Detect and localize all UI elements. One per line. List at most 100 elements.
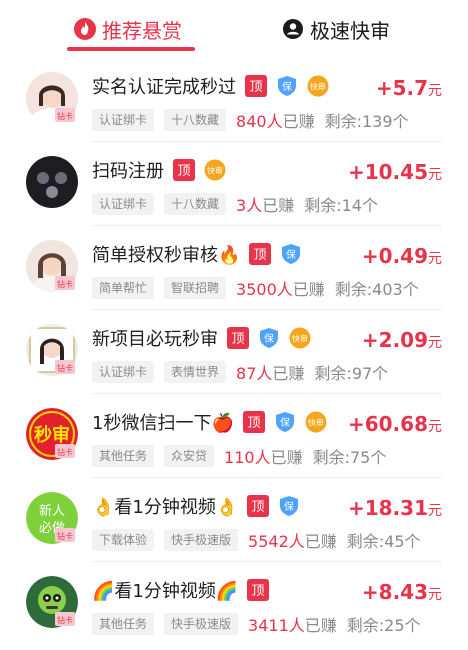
avatar [26,156,78,208]
tab-fast-review[interactable]: 极速快审 [282,14,390,44]
task-tag: 众安贷 [164,445,215,467]
svg-text:保: 保 [286,248,296,261]
tab-recommend[interactable]: 推荐悬赏 [74,14,182,44]
svg-text:钻卡: 钻卡 [57,531,73,541]
svg-text:顶: 顶 [252,584,265,599]
fast-review-badge-icon: 快审 [305,411,327,433]
svg-text:保: 保 [284,500,294,513]
earned-count: 110人 [224,448,271,467]
reward-amount: +8.43元 [361,580,442,604]
flame-icon [74,18,96,40]
svg-text:保: 保 [264,332,274,345]
task-tag: 智联招聘 [164,277,227,299]
svg-text:顶: 顶 [254,248,267,263]
task-tag: 其他任务 [92,613,155,635]
task-title: 新项目必玩秒审 [92,329,218,350]
reward-amount: +5.7元 [375,76,442,100]
active-tab-indicator [67,47,195,51]
remaining-count: 剩余:14个 [304,196,378,215]
top-badge-icon: 顶 [227,327,249,349]
earned-suffix: 已赚 [304,532,337,551]
protect-badge-icon: 保 [258,327,280,349]
task-tag: 认证绑卡 [92,109,155,131]
svg-text:钻卡: 钻卡 [57,615,73,625]
task-tag: 认证绑卡 [92,361,155,383]
vip-card-icon: 钻卡 [54,524,76,546]
task-title: 实名认证完成秒过 [92,77,236,98]
tab-fast-review-label: 极速快审 [310,18,390,43]
svg-text:钻卡: 钻卡 [57,363,73,373]
task-title: 扫码注册 [92,161,164,182]
top-badge-icon: 顶 [247,579,270,601]
earned-suffix: 已赚 [272,364,305,383]
svg-text:顶: 顶 [247,416,260,431]
fast-review-badge-icon: 快审 [204,159,226,181]
task-title: 👌看1分钟视频👌 [92,497,239,518]
top-badge-icon: 顶 [242,411,265,433]
svg-text:钻卡: 钻卡 [57,447,73,457]
task-row[interactable]: 钻卡 🌈看1分钟视频🌈 顶 其他任务 快手极速版 3411人 已赚 剩余:25个 … [0,562,468,646]
task-tag: 快手极速版 [164,613,239,635]
earned-suffix: 已赚 [282,112,315,131]
reward-amount: +18.31元 [347,496,442,520]
vip-card-icon: 钻卡 [54,608,76,630]
task-tag: 十八数藏 [164,193,227,215]
task-tag: 快手极速版 [164,529,239,551]
tab-recommend-label: 推荐悬赏 [102,18,182,43]
top-badge-icon: 顶 [173,159,195,181]
earned-suffix: 已赚 [292,280,325,299]
svg-text:钻卡: 钻卡 [57,111,73,121]
svg-text:新人: 新人 [39,503,65,519]
task-row[interactable]: 扫码注册 顶 快审 认证绑卡 十八数藏 3人 已赚 剩余:14个 +10.45元 [0,142,468,226]
task-row[interactable]: 钻卡 实名认证完成秒过 顶 保 快审 认证绑卡 十八数藏 840人 已赚 剩余:1… [0,58,468,142]
earned-count: 840人 [236,112,283,131]
task-tag: 表情世界 [164,361,227,383]
top-badge-icon: 顶 [245,75,267,97]
svg-text:钻卡: 钻卡 [57,279,73,289]
task-row[interactable]: 秒审 钻卡 1秒微信扫一下🍎 顶 保 快审 其他任务 众安贷 110人 已赚 剩余… [0,394,468,478]
earned-count: 3411人 [248,616,305,635]
tab-bar: 推荐悬赏 极速快审 [0,0,468,58]
protect-badge-icon: 保 [280,243,302,265]
task-row[interactable]: 钻卡 新项目必玩秒审 顶 保 快审 认证绑卡 表情世界 87人 已赚 剩余:97个… [0,310,468,394]
earned-count: 3500人 [236,280,293,299]
task-row[interactable]: 新人 必做 钻卡 👌看1分钟视频👌 顶 保 下载体验 快手极速版 5542人 已赚 … [0,478,468,562]
svg-text:快审: 快审 [308,418,324,428]
user-circle-icon [282,18,304,40]
svg-text:顶: 顶 [231,332,244,347]
task-row[interactable]: 钻卡 简单授权秒审核🔥 顶 保 简单帮忙 智联招聘 3500人 已赚 剩余:403… [0,226,468,310]
remaining-count: 剩余:25个 [346,616,421,635]
top-badge-icon: 顶 [249,243,272,265]
earned-count: 5542人 [248,532,305,551]
svg-text:保: 保 [282,80,292,93]
remaining-count: 剩余:139个 [324,112,409,131]
protect-badge-icon: 保 [274,411,296,433]
svg-text:顶: 顶 [177,164,190,179]
svg-text:保: 保 [280,416,290,429]
vip-card-icon: 钻卡 [54,272,76,294]
fast-review-badge-icon: 快审 [289,327,311,349]
reward-amount: +60.68元 [347,412,442,436]
vip-card-icon: 钻卡 [54,440,76,462]
remaining-count: 剩余:403个 [334,280,419,299]
reward-amount: +2.09元 [361,328,442,352]
protect-badge-icon: 保 [276,75,298,97]
task-title: 简单授权秒审核🔥 [92,245,241,266]
task-tag: 简单帮忙 [92,277,155,299]
svg-text:顶: 顶 [252,500,265,515]
task-tag: 十八数藏 [164,109,227,131]
svg-text:快审: 快审 [310,82,326,92]
earned-suffix: 已赚 [262,196,295,215]
remaining-count: 剩余:97个 [314,364,389,383]
reward-amount: +10.45元 [347,160,442,184]
remaining-count: 剩余:75个 [312,448,387,467]
protect-badge-icon: 保 [278,495,300,517]
earned-suffix: 已赚 [304,616,337,635]
task-title: 🌈看1分钟视频🌈 [92,581,239,602]
top-badge-icon: 顶 [247,495,270,517]
earned-count: 87人 [236,364,273,383]
task-tag: 其他任务 [92,445,155,467]
task-title: 1秒微信扫一下🍎 [92,413,234,434]
earned-count: 3人 [236,196,263,215]
svg-text:快审: 快审 [207,166,223,176]
